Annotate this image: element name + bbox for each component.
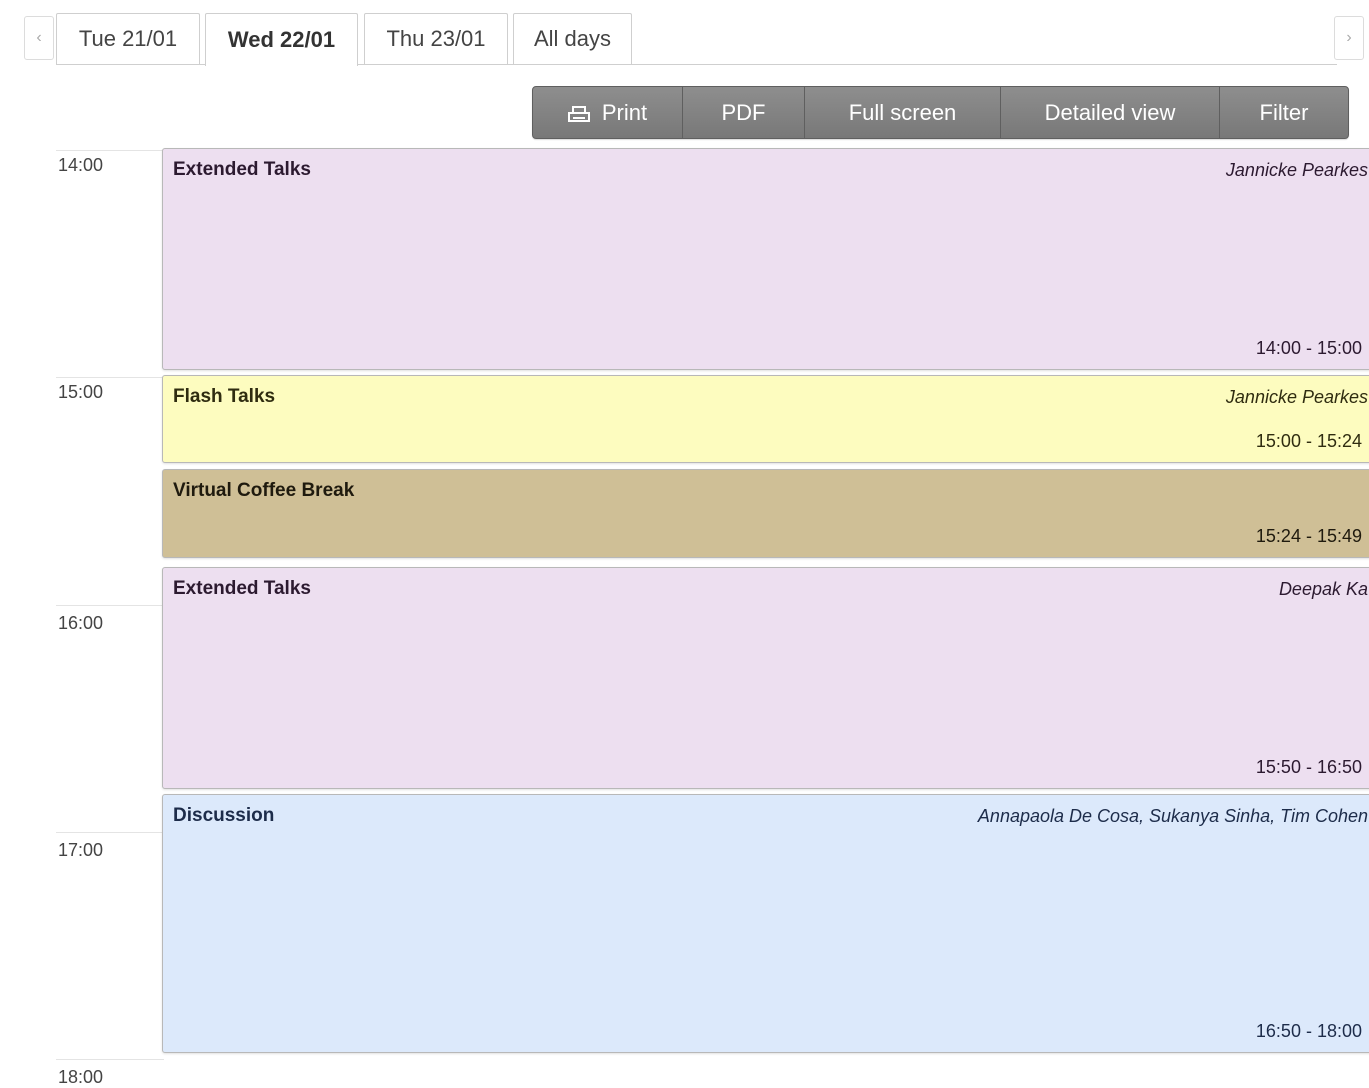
filter-button[interactable]: Filter — [1220, 87, 1348, 138]
hour-divider — [56, 150, 164, 151]
hour-divider — [56, 377, 164, 378]
timetable-entry[interactable]: Virtual Coffee Break 15:24 - 15:49 — [162, 469, 1369, 558]
day-tabbar: ‹ Tue 21/01 Wed 22/01 Thu 23/01 All days… — [0, 0, 1369, 68]
entry-speakers: Deepak Ka — [1278, 579, 1368, 599]
pdf-button[interactable]: PDF — [683, 87, 805, 138]
timetable-entry[interactable]: Extended Talks Deepak Ka 15:50 - 16:50 — [162, 567, 1369, 789]
timetable-entry[interactable]: Discussion Annapaola De Cosa, Sukanya Si… — [162, 794, 1369, 1053]
timetable-toolbar: Print PDF Full screen Detailed view Filt… — [532, 86, 1349, 139]
hour-divider — [56, 605, 164, 606]
timetable-entry[interactable]: Extended Talks Jannicke Pearkes 14:00 - … — [162, 148, 1369, 370]
entry-title: Virtual Coffee Break — [173, 480, 355, 501]
tab-wed-22-01[interactable]: Wed 22/01 — [205, 13, 358, 66]
hour-label-18: 18:00 — [58, 1067, 104, 1087]
timetable-entry[interactable]: Flash Talks Jannicke Pearkes 15:00 - 15:… — [162, 375, 1369, 463]
hour-divider — [56, 832, 164, 833]
entry-time: 15:50 - 16:50 — [1255, 757, 1362, 777]
chevron-left-icon[interactable]: ‹ — [24, 16, 54, 60]
tab-all-days[interactable]: All days — [513, 13, 632, 64]
hour-label-16: 16:00 — [58, 613, 104, 633]
hour-label-14: 14:00 — [58, 155, 104, 175]
entry-time: 15:24 - 15:49 — [1255, 526, 1362, 546]
printer-icon — [567, 104, 590, 122]
entry-speakers: Annapaola De Cosa, Sukanya Sinha, Tim Co… — [977, 806, 1368, 826]
detailed-view-button[interactable]: Detailed view — [1001, 87, 1220, 138]
entry-title: Flash Talks — [173, 386, 276, 407]
entry-speakers: Jannicke Pearkes — [1225, 160, 1368, 180]
entry-title: Extended Talks — [173, 578, 311, 599]
full-screen-button[interactable]: Full screen — [805, 87, 1001, 138]
print-button[interactable]: Print — [533, 87, 683, 138]
entry-title: Discussion — [173, 805, 275, 826]
entry-time: 14:00 - 15:00 — [1255, 338, 1362, 358]
tab-thu-23-01[interactable]: Thu 23/01 — [364, 13, 508, 64]
hour-label-15: 15:00 — [58, 382, 104, 402]
hour-label-17: 17:00 — [58, 840, 104, 860]
entry-speakers: Jannicke Pearkes — [1225, 387, 1368, 407]
chevron-right-icon[interactable]: › — [1334, 16, 1364, 60]
tab-tue-21-01[interactable]: Tue 21/01 — [56, 13, 200, 64]
entry-title: Extended Talks — [173, 159, 311, 180]
entry-time: 16:50 - 18:00 — [1255, 1021, 1362, 1041]
hour-divider — [56, 1059, 164, 1060]
entry-time: 15:00 - 15:24 — [1255, 431, 1362, 451]
